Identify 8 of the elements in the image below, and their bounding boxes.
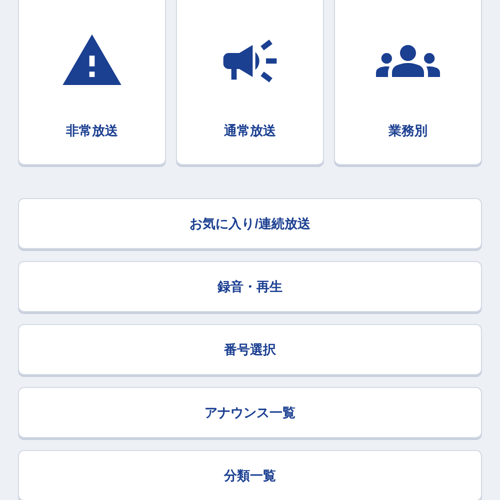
category-card[interactable]: 通常放送 xyxy=(176,0,324,165)
category-card[interactable]: 業務別 xyxy=(334,0,482,165)
menu-button[interactable]: 番号選択 xyxy=(18,324,482,375)
menu-button[interactable]: アナウンス一覧 xyxy=(18,387,482,438)
menu-button[interactable]: お気に入り/連続放送 xyxy=(18,198,482,249)
category-card[interactable]: 非常放送 xyxy=(18,0,166,165)
menu-button[interactable]: 録音・再生 xyxy=(18,261,482,312)
menu-button[interactable]: 分類一覧 xyxy=(18,450,482,500)
